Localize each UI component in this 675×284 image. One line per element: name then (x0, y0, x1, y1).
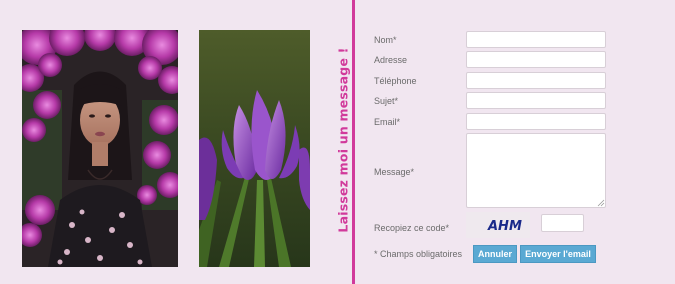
email-input[interactable] (466, 113, 606, 130)
vertical-divider (352, 0, 355, 284)
resize-grip-icon[interactable] (597, 199, 605, 207)
sujet-input[interactable] (466, 92, 606, 109)
telephone-input[interactable] (466, 72, 606, 89)
cancel-button[interactable]: Annuler (473, 245, 517, 263)
captcha-image: AHM (466, 212, 530, 238)
label-captcha: Recopiez ce code* (374, 223, 450, 233)
label-email: Email* (374, 117, 401, 127)
send-email-button[interactable]: Envoyer l'email (520, 245, 596, 263)
label-nom: Nom* (374, 35, 397, 45)
purple-crocus-photo (199, 30, 310, 267)
label-message: Message* (374, 167, 415, 177)
message-textarea[interactable] (466, 133, 606, 208)
required-note: * Champs obligatoires (374, 249, 463, 259)
form-title: Laissez moi un message ! (335, 47, 351, 233)
nom-input[interactable] (466, 31, 606, 48)
adresse-input[interactable] (466, 51, 606, 68)
label-adresse: Adresse (374, 55, 408, 65)
label-sujet: Sujet* (374, 96, 399, 106)
woman-with-pink-flowers-photo (22, 30, 178, 267)
label-telephone: Téléphone (374, 76, 417, 86)
captcha-input[interactable] (541, 214, 584, 232)
captcha-code: AHM (487, 219, 522, 234)
